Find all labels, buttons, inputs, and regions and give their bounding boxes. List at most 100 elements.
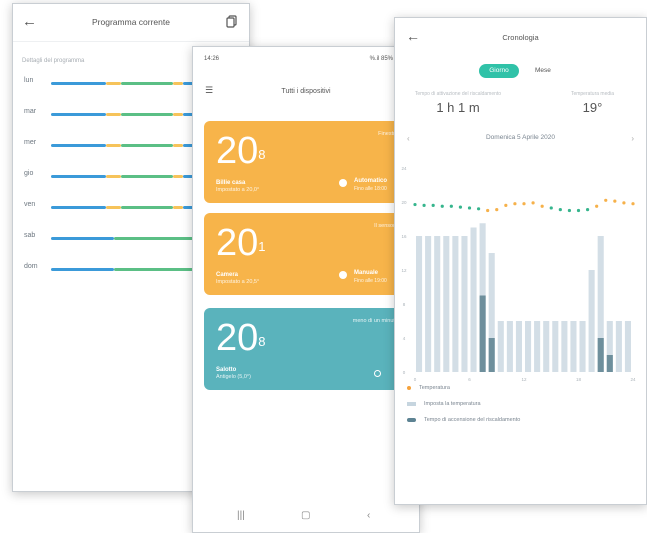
schedule-segment xyxy=(106,206,121,209)
device-name: Salotto xyxy=(216,367,237,373)
setpoint-bar xyxy=(561,321,568,372)
device-mode: Automatico xyxy=(354,178,387,184)
heating-time-stat: Tempo di attivazione del riscaldamento 1… xyxy=(403,91,513,115)
device-temperature: 208 xyxy=(216,317,266,359)
avg-temp-stat: Temperatura media 19° xyxy=(545,91,640,115)
device-card[interactable]: 208 Finestra Billie casa Impostato a 20,… xyxy=(204,121,404,203)
temperature-point xyxy=(504,203,508,207)
temperature-point xyxy=(440,204,444,208)
devices-screen: 14:26 %.il 85% ☰ Tutti i dispositivi 208… xyxy=(192,46,420,533)
setpoint-bar xyxy=(570,321,577,372)
schedule-segment xyxy=(173,113,183,116)
schedule-segment xyxy=(121,82,173,85)
device-note: meno di un minuto xyxy=(352,318,398,324)
setpoint-bar xyxy=(624,321,631,372)
temperature-point xyxy=(467,206,472,210)
temperature-point xyxy=(449,204,453,208)
setpoint-bar xyxy=(588,270,595,372)
mode-icon xyxy=(339,271,347,279)
day-label: dom xyxy=(24,263,38,270)
copy-icon[interactable] xyxy=(226,15,237,28)
device-mode-until: Fino alle 19:00 xyxy=(354,278,387,284)
schedule-segment xyxy=(51,113,106,116)
temperature-point xyxy=(476,207,481,211)
schedule-segment xyxy=(51,82,106,85)
y-tick-label: 12 xyxy=(401,268,407,273)
power-icon[interactable] xyxy=(374,370,381,377)
selected-date: Domenica 5 Aprile 2020 xyxy=(485,134,555,141)
device-name: Camera xyxy=(216,272,239,278)
history-title: Cronologia xyxy=(502,33,539,42)
device-temperature: 201 xyxy=(216,222,266,264)
y-tick-label: 20 xyxy=(401,200,407,205)
y-tick-label: 8 xyxy=(403,302,406,307)
history-header: ← Cronologia xyxy=(395,18,646,56)
temperature-point xyxy=(531,201,535,205)
temperature-point xyxy=(522,202,526,206)
schedule-segment xyxy=(173,206,183,209)
temperature-point xyxy=(540,204,544,208)
legend-bar-icon xyxy=(407,401,416,406)
y-tick-label: 24 xyxy=(401,166,407,171)
temperature-point xyxy=(431,203,435,207)
x-tick-label: 18 xyxy=(576,377,582,382)
devices-header: ☰ Tutti i dispositivi xyxy=(193,71,419,111)
heating-bar xyxy=(597,338,604,372)
temperature-point xyxy=(495,208,499,212)
legend-bar-icon xyxy=(407,417,416,422)
schedule-segment xyxy=(121,175,173,178)
temperature-point xyxy=(413,202,417,207)
schedule-title: Programma corrente xyxy=(92,17,170,27)
day-label: mer xyxy=(24,139,37,146)
setpoint-bar xyxy=(461,236,468,372)
temperature-point xyxy=(604,198,608,202)
schedule-segment xyxy=(173,144,183,147)
schedule-segment xyxy=(173,175,183,178)
setpoint-bar xyxy=(506,321,513,372)
status-time: 14:26 xyxy=(204,56,220,62)
setpoint-bar xyxy=(470,227,477,372)
temperature-point xyxy=(585,208,590,212)
device-card[interactable]: 208 meno di un minuto Salotto Antigelo (… xyxy=(204,308,404,390)
status-bar: 14:26 %.il 85% xyxy=(193,47,419,71)
home-icon[interactable]: ▢ xyxy=(301,510,310,521)
setpoint-bar xyxy=(525,321,532,372)
tab-day[interactable]: Giorno xyxy=(479,64,519,78)
date-selector: ‹ Domenica 5 Aprile 2020 › xyxy=(395,134,646,148)
schedule-segment xyxy=(51,268,114,271)
setpoint-bar xyxy=(443,236,450,372)
temperature-point xyxy=(613,199,617,203)
setpoint-bar xyxy=(552,321,559,372)
devices-title: Tutti i dispositivi xyxy=(281,88,331,95)
device-name: Billie casa xyxy=(216,180,246,186)
schedule-segment xyxy=(121,206,173,209)
setpoint-bar xyxy=(425,236,432,372)
android-nav-bar: ||| ▢ ‹ xyxy=(193,496,419,532)
mode-icon xyxy=(339,179,347,187)
avg-temp-value: 19° xyxy=(582,100,603,115)
day-label: gio xyxy=(24,170,34,177)
x-tick-label: 12 xyxy=(521,377,527,382)
legend-heating: Tempo di accensione del riscaldamento xyxy=(407,417,520,423)
avg-temp-label: Temperatura media xyxy=(570,91,615,97)
temperature-point xyxy=(567,208,572,213)
temperature-point xyxy=(513,202,517,206)
status-battery: %.il 85% xyxy=(369,56,393,62)
chevron-right-icon[interactable]: › xyxy=(631,134,634,143)
schedule-segment xyxy=(121,144,173,147)
schedule-segment xyxy=(51,206,106,209)
setpoint-bar xyxy=(543,321,550,372)
day-label: ven xyxy=(24,201,36,208)
x-tick-label: 6 xyxy=(468,377,471,382)
schedule-header: ← Programma corrente xyxy=(13,4,249,42)
schedule-segment xyxy=(173,82,183,85)
setpoint-bar xyxy=(497,321,504,372)
tab-month[interactable]: Mese xyxy=(535,64,551,78)
y-tick-label: 16 xyxy=(401,234,407,239)
device-card[interactable]: 201 Il sensore Camera Impostato a 20,5° … xyxy=(204,213,404,295)
heating-time-value: 1 h 1 m xyxy=(436,100,480,115)
y-tick-label: 0 xyxy=(403,370,406,375)
recent-apps-icon[interactable]: ||| xyxy=(237,510,245,521)
back-nav-icon[interactable]: ‹ xyxy=(367,510,370,521)
device-setpoint: Antigelo (5,0°) xyxy=(216,374,251,380)
